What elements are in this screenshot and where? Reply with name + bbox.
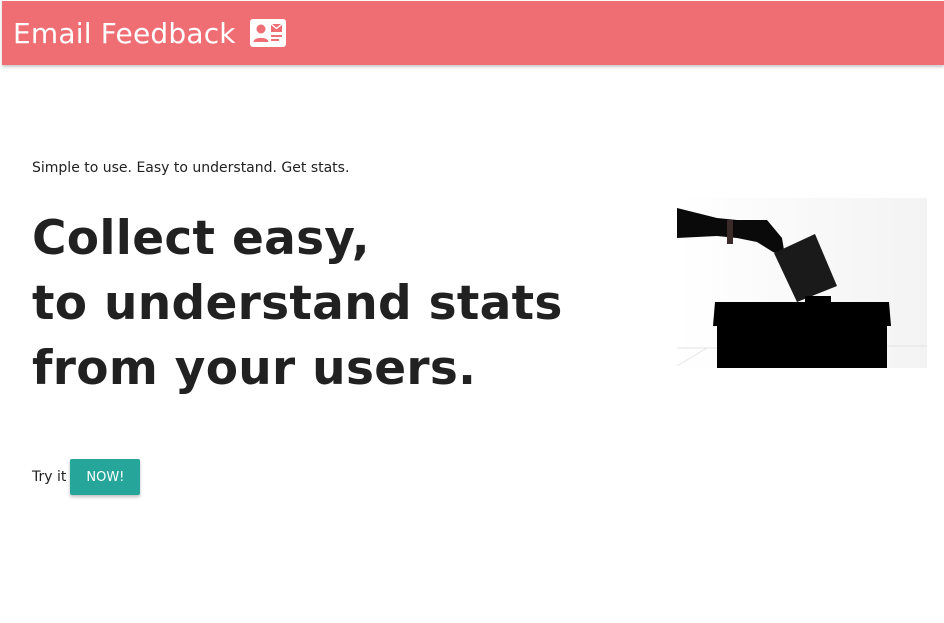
hero-headline: Collect easy, to understand stats from y…: [32, 206, 563, 401]
call-to-action: Try it NOW!: [32, 459, 141, 495]
headline-line: from your users.: [32, 341, 477, 396]
ballot-box-image: [677, 198, 927, 368]
headline-line: to understand stats: [32, 276, 563, 331]
brand-logo-link[interactable]: Email Feedback: [13, 17, 286, 50]
cta-label: Try it: [32, 469, 67, 485]
now-button[interactable]: NOW!: [70, 459, 141, 495]
contact-mail-icon: [249, 19, 286, 47]
top-navbar: Email Feedback: [2, 1, 944, 65]
headline-line: Collect easy,: [32, 211, 370, 266]
tagline: Simple to use. Easy to understand. Get s…: [32, 160, 350, 176]
brand-title: Email Feedback: [13, 16, 236, 50]
